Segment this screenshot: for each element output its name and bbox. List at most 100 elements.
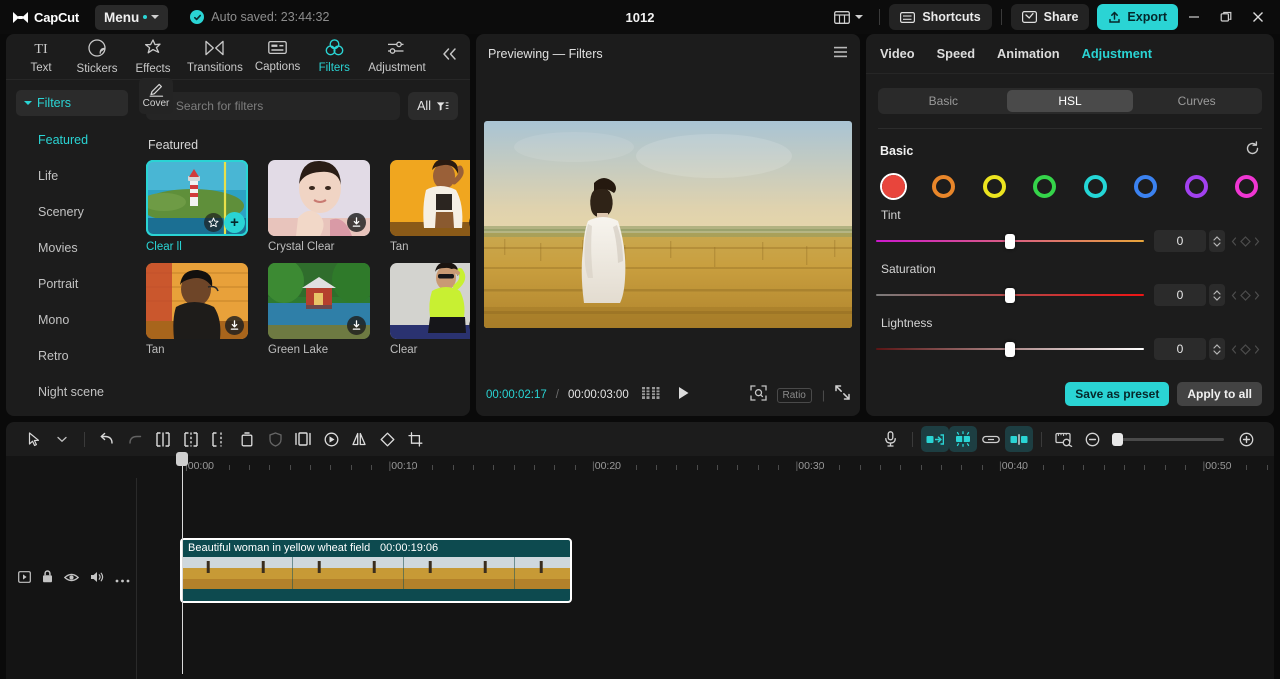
- sidebar-item-portrait[interactable]: Portrait: [16, 266, 128, 302]
- zoom-slider-handle[interactable]: [1112, 432, 1123, 446]
- filter-item[interactable]: Crystal Clear: [268, 160, 370, 253]
- hsl-color-purple[interactable]: [1184, 175, 1208, 198]
- sidebar-item-night-scene[interactable]: Night scene: [16, 374, 128, 410]
- more-icon[interactable]: [115, 570, 130, 588]
- slider-value[interactable]: 0: [1154, 284, 1206, 306]
- keyframe-prev-icon[interactable]: [1231, 290, 1237, 300]
- slider-handle[interactable]: [1005, 341, 1015, 357]
- zoom-out-button[interactable]: [1078, 426, 1106, 452]
- fullscreen-button[interactable]: [835, 385, 850, 405]
- download-icon[interactable]: [225, 316, 244, 335]
- slider-value[interactable]: 0: [1154, 230, 1206, 252]
- filter-thumbnail[interactable]: [390, 160, 470, 236]
- hsl-color-red[interactable]: [882, 175, 905, 198]
- tool-tab-stickers[interactable]: Stickers: [70, 37, 124, 77]
- preview-menu-button[interactable]: [833, 45, 848, 63]
- close-button[interactable]: [1242, 0, 1274, 34]
- sidebar-item-scenery[interactable]: Scenery: [16, 194, 128, 230]
- delete-button[interactable]: [233, 426, 261, 452]
- zoom-in-button[interactable]: [1232, 426, 1260, 452]
- filter-item[interactable]: Tan: [390, 160, 470, 253]
- filter-thumbnail[interactable]: [146, 263, 248, 339]
- filter-thumbnail[interactable]: [268, 160, 370, 236]
- favorite-star-icon[interactable]: [204, 213, 223, 232]
- reset-button[interactable]: [1245, 141, 1260, 161]
- segment-curves[interactable]: Curves: [1133, 90, 1260, 112]
- playhead-handle[interactable]: [176, 452, 188, 466]
- filter-thumbnail[interactable]: [268, 263, 370, 339]
- tool-tab-transitions[interactable]: Transitions: [182, 38, 248, 76]
- slider-track[interactable]: [876, 286, 1144, 304]
- hsl-color-blue[interactable]: [1134, 175, 1158, 198]
- filter-item[interactable]: Tan: [146, 263, 248, 356]
- tab-video[interactable]: Video: [880, 46, 915, 61]
- magnetic-button[interactable]: [949, 426, 977, 452]
- hsl-color-yellow[interactable]: [982, 175, 1006, 198]
- maximize-button[interactable]: [1210, 0, 1242, 34]
- sidebar-item-movies[interactable]: Movies: [16, 230, 128, 266]
- preview-axis-button[interactable]: [1050, 426, 1078, 452]
- link-button[interactable]: [977, 426, 1005, 452]
- lock-icon[interactable]: [42, 570, 53, 588]
- search-box[interactable]: [146, 92, 401, 120]
- shield-button[interactable]: [261, 426, 289, 452]
- keyframe-next-icon[interactable]: [1254, 236, 1260, 246]
- keyframe-controls[interactable]: [1231, 235, 1260, 247]
- export-button[interactable]: Export: [1097, 4, 1178, 30]
- auto-cut-button[interactable]: [921, 426, 949, 452]
- minimize-button[interactable]: [1178, 0, 1210, 34]
- split-button[interactable]: [149, 426, 177, 452]
- hsl-color-orange[interactable]: [932, 175, 956, 198]
- record-voiceover-button[interactable]: [876, 426, 904, 452]
- ratio-button[interactable]: Ratio: [776, 387, 812, 403]
- keyframe-add-icon[interactable]: [1240, 289, 1251, 301]
- undo-button[interactable]: [93, 426, 121, 452]
- download-icon[interactable]: [347, 316, 366, 335]
- tab-adjustment[interactable]: Adjustment: [1082, 46, 1152, 61]
- trim-right-button[interactable]: [205, 426, 233, 452]
- trim-left-button[interactable]: [177, 426, 205, 452]
- filter-sort-button[interactable]: All: [408, 92, 458, 120]
- track-expand-icon[interactable]: [18, 570, 31, 588]
- sidebar-item-life[interactable]: Life: [16, 158, 128, 194]
- tool-tab-captions[interactable]: Captions: [250, 38, 305, 75]
- filter-item[interactable]: Green Lake: [268, 263, 370, 356]
- redo-button[interactable]: [121, 426, 149, 452]
- tab-speed[interactable]: Speed: [937, 46, 975, 61]
- layout-button[interactable]: [827, 7, 870, 28]
- cover-button[interactable]: Cover: [139, 78, 173, 114]
- keyframe-add-icon[interactable]: [1240, 235, 1251, 247]
- tool-tab-filters[interactable]: Filters: [307, 37, 361, 76]
- snap-button[interactable]: [1005, 426, 1033, 452]
- keyframe-prev-icon[interactable]: [1231, 344, 1237, 354]
- apply-to-all-button[interactable]: Apply to all: [1177, 382, 1262, 406]
- eye-icon[interactable]: [63, 570, 80, 588]
- hsl-color-magenta[interactable]: [1234, 175, 1258, 198]
- search-input[interactable]: [175, 99, 391, 113]
- crop-button[interactable]: [401, 426, 429, 452]
- filter-thumbnail[interactable]: +: [146, 160, 248, 236]
- crop-focus-button[interactable]: [749, 384, 767, 406]
- video-preview[interactable]: [484, 120, 852, 328]
- tool-tab-adjustment[interactable]: Adjustment: [363, 38, 431, 76]
- hsl-color-cyan[interactable]: [1083, 175, 1107, 198]
- filter-thumbnail[interactable]: [390, 263, 470, 339]
- collapse-panel-button[interactable]: [437, 43, 462, 70]
- segment-basic[interactable]: Basic: [880, 90, 1007, 112]
- reverse-button[interactable]: [317, 426, 345, 452]
- slider-handle[interactable]: [1005, 233, 1015, 249]
- menu-button[interactable]: Menu: [95, 4, 169, 30]
- keyframe-next-icon[interactable]: [1254, 344, 1260, 354]
- freeze-frame-button[interactable]: [289, 426, 317, 452]
- keyframe-controls[interactable]: [1231, 343, 1260, 355]
- slider-track[interactable]: [876, 340, 1144, 358]
- sidebar-item-retro[interactable]: Retro: [16, 338, 128, 374]
- slider-stepper[interactable]: [1209, 338, 1225, 360]
- tool-tab-effects[interactable]: Effects: [126, 37, 180, 77]
- add-filter-icon[interactable]: +: [224, 212, 245, 233]
- select-tool-button[interactable]: [20, 426, 48, 452]
- timeline-ruler[interactable]: |00:00 |00:10 |00:20 |00:30 |00:40 |00:50: [6, 456, 1274, 478]
- filter-item[interactable]: + Clear ll: [146, 160, 248, 253]
- volume-icon[interactable]: [90, 570, 104, 588]
- segment-hsl[interactable]: HSL: [1006, 90, 1134, 112]
